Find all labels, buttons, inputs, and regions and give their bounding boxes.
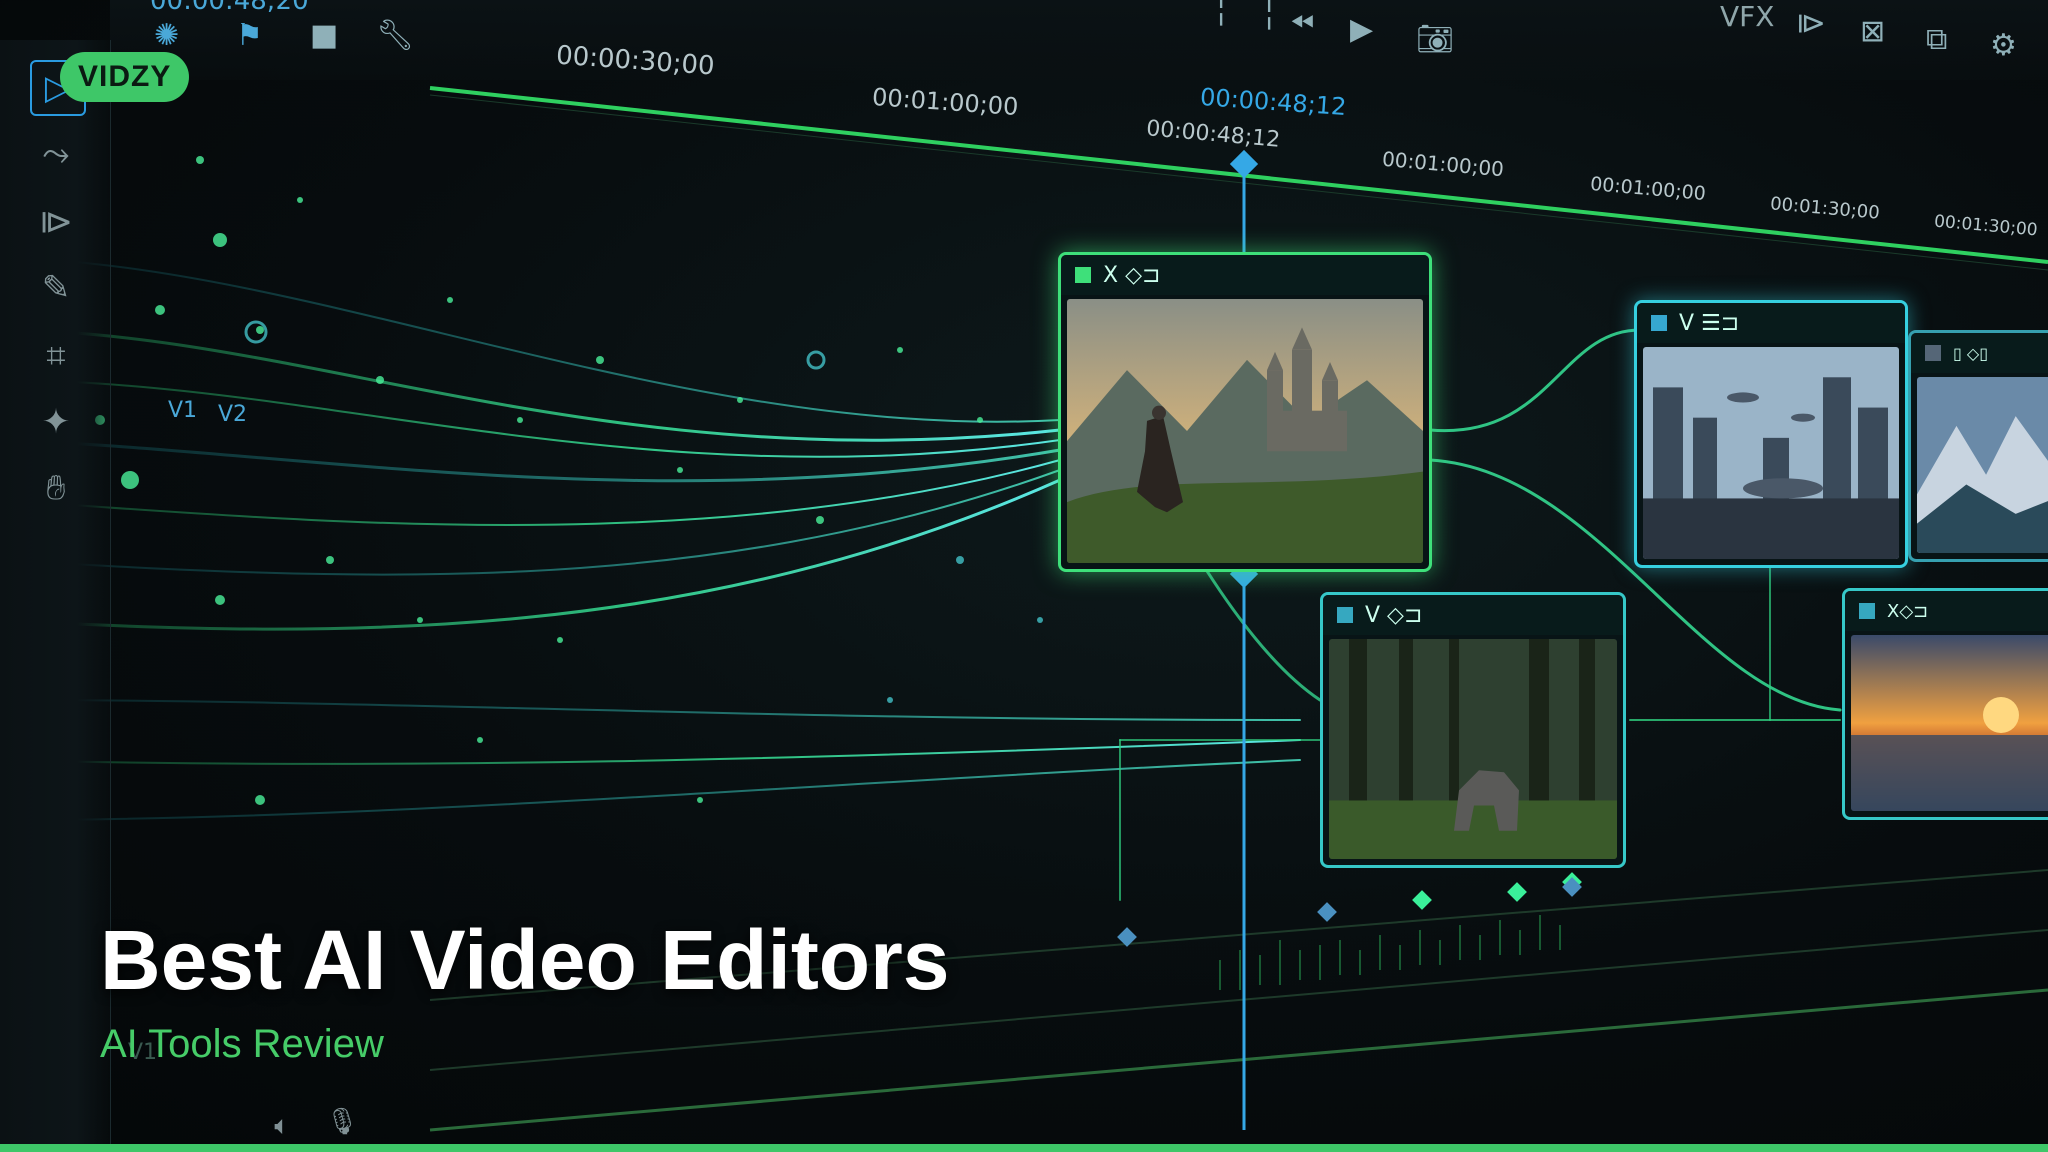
- export-icon[interactable]: ⊠: [1860, 14, 1885, 49]
- clip-header-label: V ☰⊐: [1679, 310, 1740, 336]
- mic-icon[interactable]: 🎙︎: [316, 1096, 368, 1148]
- clip-thumbnail: [1917, 377, 2048, 553]
- flag-icon[interactable]: ⚑: [236, 18, 263, 53]
- ai-select-icon[interactable]: ⤳: [30, 128, 82, 180]
- clip-castle[interactable]: X ◇⊐: [1058, 252, 1432, 572]
- clip-header: X ◇⊐: [1061, 255, 1429, 295]
- clip-header-label: ▯ ◇▯: [1953, 343, 1988, 363]
- hand-icon[interactable]: ✋︎: [30, 462, 82, 514]
- transform-icon[interactable]: ⧉: [1926, 22, 1947, 57]
- clip-color-icon: [1925, 345, 1941, 361]
- pen-icon[interactable]: ✎: [30, 262, 82, 314]
- page-title: Best AI Video Editors: [100, 913, 950, 1007]
- crop-icon[interactable]: ⌗: [30, 330, 82, 382]
- clip-color-icon: [1859, 603, 1875, 619]
- clip-thumbnail: [1329, 639, 1617, 859]
- clip-color-icon: [1075, 267, 1091, 283]
- clip-thumbnail: [1851, 635, 2048, 811]
- clip-thumbnail: [1067, 299, 1423, 563]
- stop-icon[interactable]: ■: [310, 18, 338, 53]
- camera-icon[interactable]: 📷︎: [1416, 22, 1454, 57]
- accent-bar: [0, 1144, 2048, 1152]
- page-subtitle: AI Tools Review: [100, 1022, 384, 1066]
- rewind-icon[interactable]: ⏪︎: [1290, 6, 1314, 41]
- track-label-v2[interactable]: V2: [218, 402, 247, 427]
- clip-header-label: X◇⊐: [1887, 600, 1929, 622]
- clip-header: V ◇⊐: [1323, 595, 1623, 635]
- clip-city[interactable]: V ☰⊐: [1634, 300, 1908, 568]
- clip-color-icon: [1337, 607, 1353, 623]
- clip-header: ▯ ◇▯: [1911, 333, 2048, 373]
- clip-header: X◇⊐: [1845, 591, 2048, 631]
- clip-forest[interactable]: V ◇⊐: [1320, 592, 1626, 868]
- magic-icon[interactable]: ✺: [154, 18, 179, 53]
- left-toolbar: ▷ ⤳ ⧐ ✎ ⌗ ✦ ✋︎ V1 V2 V1 🔈︎ 🎙︎: [0, 40, 359, 1152]
- brand-logo: VIDZY: [60, 52, 190, 102]
- ripple-icon[interactable]: ⧐: [30, 196, 82, 248]
- vfx-clip-icon[interactable]: ⧐: [1796, 6, 1826, 41]
- clip-header-label: X ◇⊐: [1103, 262, 1161, 288]
- marker-icon[interactable]: ╎: [1260, 0, 1278, 33]
- clip-mountain[interactable]: ▯ ◇▯: [1908, 330, 2048, 562]
- wrench-icon[interactable]: 🔧︎: [376, 18, 414, 53]
- clip-header: V ☰⊐: [1637, 303, 1905, 343]
- partial-timecode: 00:00:48;20: [150, 0, 309, 16]
- clip-sunset[interactable]: X◇⊐: [1842, 588, 2048, 820]
- marker-icon[interactable]: ╎: [1212, 0, 1230, 29]
- clip-header-label: V ◇⊐: [1365, 602, 1423, 628]
- play-icon[interactable]: ▶: [1350, 12, 1373, 47]
- clip-color-icon: [1651, 315, 1667, 331]
- magic-eraser-icon[interactable]: ✦: [30, 396, 82, 448]
- track-label-v1[interactable]: V1: [168, 398, 197, 423]
- vfx-label[interactable]: VFX: [1720, 0, 1774, 33]
- settings-icon[interactable]: ⚙: [1990, 28, 2017, 63]
- clip-thumbnail: [1643, 347, 1899, 559]
